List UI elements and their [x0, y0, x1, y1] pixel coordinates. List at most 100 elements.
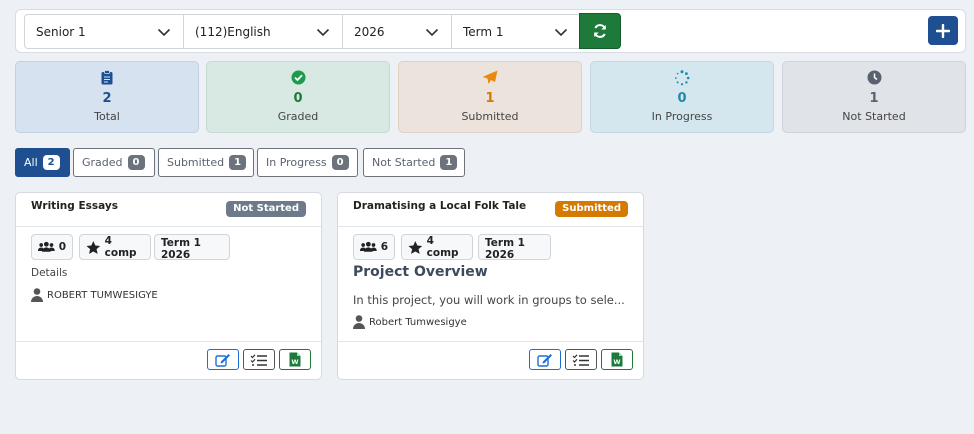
assignments-page: Senior 1 (112)English 2026 Term 1 2 Tota… [0, 0, 974, 434]
divider [16, 341, 321, 342]
stat-in-progress-label: In Progress [651, 110, 713, 123]
stat-card-not-started[interactable]: 1 Not Started [782, 61, 966, 133]
star-icon [86, 240, 101, 254]
plus-icon [936, 23, 950, 38]
chevron-down-icon [425, 28, 439, 37]
term-pill: Term 1 2026 [478, 234, 551, 261]
assignment-card[interactable]: Writing Essays Not Started 0 4 comp Term… [15, 192, 322, 380]
class-select-value: Senior 1 [36, 24, 86, 39]
status-badge: Not Started [226, 201, 306, 217]
stat-graded-label: Graded [277, 110, 319, 123]
checklist-button[interactable] [565, 349, 597, 370]
export-word-button[interactable]: W [279, 349, 311, 370]
author: ROBERT TUMWESIGYE [31, 288, 158, 302]
users-icon [38, 241, 55, 252]
competencies-pill: 4 comp [401, 234, 473, 260]
divider [338, 341, 643, 342]
term-pill: Term 1 2026 [154, 234, 230, 261]
tab-in-progress-label: In Progress [266, 156, 327, 169]
list-check-icon [250, 353, 267, 366]
tab-all-count: 2 [42, 155, 60, 170]
tab-submitted-label: Submitted [167, 156, 225, 169]
divider [16, 226, 321, 227]
term-select[interactable]: Term 1 [451, 14, 581, 49]
paper-plane-icon [482, 70, 498, 84]
tab-all-label: All [24, 156, 38, 169]
edit-button[interactable] [529, 349, 561, 370]
tab-not-started-label: Not Started [372, 156, 436, 169]
term-select-value: Term 1 [463, 24, 504, 39]
assignment-title: Dramatising a Local Folk Tale [353, 200, 527, 212]
refresh-icon [594, 24, 606, 38]
assignment-card[interactable]: Dramatising a Local Folk Tale Submitted … [337, 192, 644, 380]
user-icon [353, 315, 365, 329]
tab-all[interactable]: All 2 [15, 148, 70, 177]
groups-pill: 0 [31, 234, 73, 260]
users-icon [360, 241, 377, 252]
stat-not-started-label: Not Started [842, 110, 906, 123]
assignment-title: Writing Essays [31, 200, 118, 212]
divider [338, 226, 643, 227]
details-label: Details [31, 267, 68, 279]
groups-count: 6 [380, 241, 388, 253]
stat-card-in-progress[interactable]: 0 In Progress [590, 61, 774, 133]
edit-icon [215, 353, 230, 367]
refresh-button[interactable] [579, 13, 621, 49]
tab-not-started[interactable]: Not Started 1 [363, 148, 465, 177]
word-document-icon: W [611, 352, 623, 367]
subject-select[interactable]: (112)English [183, 14, 343, 49]
check-circle-icon [291, 70, 305, 85]
tab-in-progress[interactable]: In Progress 0 [257, 148, 358, 177]
clock-icon [867, 70, 881, 85]
word-document-icon: W [289, 352, 301, 367]
project-overview-heading: Project Overview [353, 264, 488, 280]
star-icon [408, 240, 423, 254]
term-label: Term 1 2026 [485, 237, 525, 261]
author-name: Robert Tumwesigye [369, 316, 467, 328]
stat-card-submitted[interactable]: 1 Submitted [398, 61, 582, 133]
competencies-pill: 4 comp [79, 234, 151, 260]
export-word-button[interactable]: W [601, 349, 633, 370]
groups-count: 0 [58, 241, 66, 253]
stat-total-value: 2 [102, 91, 112, 106]
competencies-count: 4 comp [104, 235, 137, 259]
stat-card-graded[interactable]: 0 Graded [206, 61, 390, 133]
year-select[interactable]: 2026 [342, 14, 452, 49]
stat-submitted-value: 1 [485, 91, 495, 106]
stat-submitted-label: Submitted [461, 110, 519, 123]
assignment-description: In this project, you will work in groups… [353, 293, 625, 307]
clipboard-icon [101, 70, 113, 85]
spinner-icon [674, 70, 690, 86]
filter-bar: Senior 1 (112)English 2026 Term 1 [15, 9, 966, 53]
tab-not-started-count: 1 [440, 155, 458, 170]
list-check-icon [572, 353, 589, 366]
term-label: Term 1 2026 [161, 237, 201, 261]
chevron-down-icon [157, 28, 171, 37]
user-icon [31, 288, 43, 302]
chevron-down-icon [554, 28, 568, 37]
stat-not-started-value: 1 [869, 91, 879, 106]
tab-graded[interactable]: Graded 0 [73, 148, 155, 177]
year-select-value: 2026 [354, 24, 385, 39]
stat-card-total[interactable]: 2 Total [15, 61, 199, 133]
class-select[interactable]: Senior 1 [24, 14, 184, 49]
author-name: ROBERT TUMWESIGYE [47, 289, 158, 301]
tab-in-progress-count: 0 [331, 155, 349, 170]
svg-text:W: W [291, 358, 298, 366]
status-badge: Submitted [555, 201, 628, 217]
stat-in-progress-value: 0 [677, 91, 687, 106]
tab-graded-label: Graded [82, 156, 123, 169]
tab-submitted[interactable]: Submitted 1 [158, 148, 254, 177]
edit-button[interactable] [207, 349, 239, 370]
tab-submitted-count: 1 [229, 155, 247, 170]
tab-graded-count: 0 [127, 155, 145, 170]
groups-pill: 6 [353, 234, 395, 260]
add-assignment-button[interactable] [928, 16, 958, 45]
subject-select-value: (112)English [195, 24, 271, 39]
chevron-down-icon [316, 28, 330, 37]
stat-graded-value: 0 [293, 91, 303, 106]
competencies-count: 4 comp [426, 235, 459, 259]
svg-text:W: W [613, 358, 620, 366]
checklist-button[interactable] [243, 349, 275, 370]
stat-total-label: Total [94, 110, 120, 123]
